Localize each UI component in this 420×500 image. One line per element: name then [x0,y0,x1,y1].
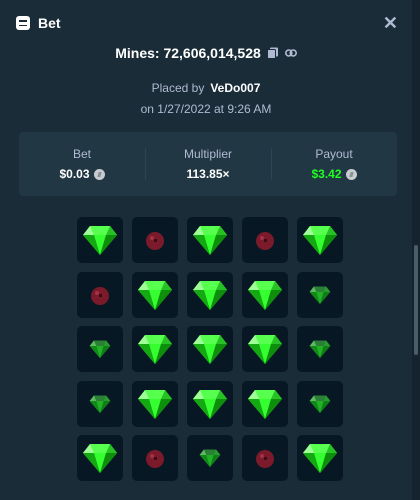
gem-icon [83,226,117,255]
gem-icon [138,389,172,419]
payout-stat: Payout $3.42 [271,132,397,196]
multiplier-stat-label: Multiplier [183,147,232,161]
mine-icon [256,450,274,468]
link-icon[interactable] [284,47,297,59]
gem-icon [193,226,227,255]
bet-list-icon [16,16,30,30]
mine-icon [146,232,164,250]
gem-icon [138,280,172,310]
mine-tile-r5-c2 [132,435,178,481]
bet-stat-value-row: $0.03 [59,167,105,181]
mine-tile-r3-c2 [132,326,178,372]
copy-icon[interactable] [266,47,279,59]
mine-tile-r5-c4 [242,435,288,481]
mine-tile-r1-c5 [297,217,343,263]
mine-tile-r3-c3 [187,326,233,372]
gem-unrevealed-icon [309,394,331,413]
mine-tile-r4-c5 [297,380,343,427]
mine-tile-r2-c4 [242,271,288,318]
placed-by-label: Placed by [151,81,205,95]
mine-tile-r2-c5 [297,271,343,318]
bet-stat: Bet $0.03 [19,132,145,196]
mine-tile-r4-c2 [132,380,178,427]
scrollbar-thumb[interactable] [414,245,418,355]
payout-amount: $3.42 [311,167,342,181]
mine-tile-r4-c3 [187,380,233,427]
username-link[interactable]: VeDo007 [210,81,260,95]
mine-icon [256,232,274,250]
gem-icon [303,444,337,473]
mine-tile-r1-c1 [77,217,123,263]
payout-value-row: $3.42 [311,167,357,181]
mine-tile-r3-c4 [242,326,288,372]
mines-grid [77,217,343,481]
mine-tile-r1-c4 [242,217,288,263]
gem-unrevealed-icon [89,340,111,359]
mine-tile-r5-c1 [77,435,123,481]
litecoin-icon [93,168,105,180]
gem-icon [193,389,227,419]
gem-unrevealed-icon [309,340,331,359]
mine-icon [91,286,109,305]
mine-tile-r1-c3 [187,217,233,263]
bet-stat-label: Bet [72,147,91,161]
gem-icon [248,335,282,364]
mine-tile-r2-c2 [132,271,178,318]
gem-icon [138,335,172,364]
mine-tile-r2-c1 [77,271,123,318]
gem-icon [83,444,117,473]
mine-tile-r1-c2 [132,217,178,263]
gem-icon [193,335,227,364]
bet-amount: $0.03 [59,167,90,181]
mine-tile-r2-c3 [187,271,233,318]
placed-date: on 1/27/2022 at 9:26 AM [140,102,272,116]
gem-icon [193,280,227,310]
bet-stats-panel: Bet $0.03 Multiplier 113.85× Payout $3.4… [19,132,397,196]
modal-header: Bet ✕ [16,12,398,34]
gem-icon [303,226,337,255]
mine-tile-r3-c5 [297,326,343,372]
mine-tile-r4-c1 [77,380,123,427]
mine-tile-r5-c5 [297,435,343,481]
placed-by-row: Placed by VeDo007 [0,81,412,95]
gem-unrevealed-icon [309,285,331,304]
multiplier-stat: Multiplier 113.85× [145,132,271,196]
multiplier-value: 113.85× [186,167,230,181]
modal-title: Bet [38,15,61,31]
gem-icon [248,280,282,310]
bet-modal: Bet ✕ Mines: 72,606,014,528 Placed by VeD… [0,0,412,500]
gem-icon [248,389,282,419]
mines-label: Mines: 72,606,014,528 [115,45,261,61]
gem-unrevealed-icon [199,449,221,468]
payout-stat-label: Payout [315,147,353,161]
multiplier-value-row: 113.85× [186,167,229,181]
mine-tile-r3-c1 [77,326,123,372]
litecoin-icon [345,168,357,180]
mine-tile-r5-c3 [187,435,233,481]
close-button[interactable]: ✕ [383,14,398,32]
gem-unrevealed-icon [89,394,111,413]
mine-tile-r4-c4 [242,380,288,427]
mines-game-id: Mines: 72,606,014,528 [0,45,412,61]
mine-icon [146,450,164,468]
